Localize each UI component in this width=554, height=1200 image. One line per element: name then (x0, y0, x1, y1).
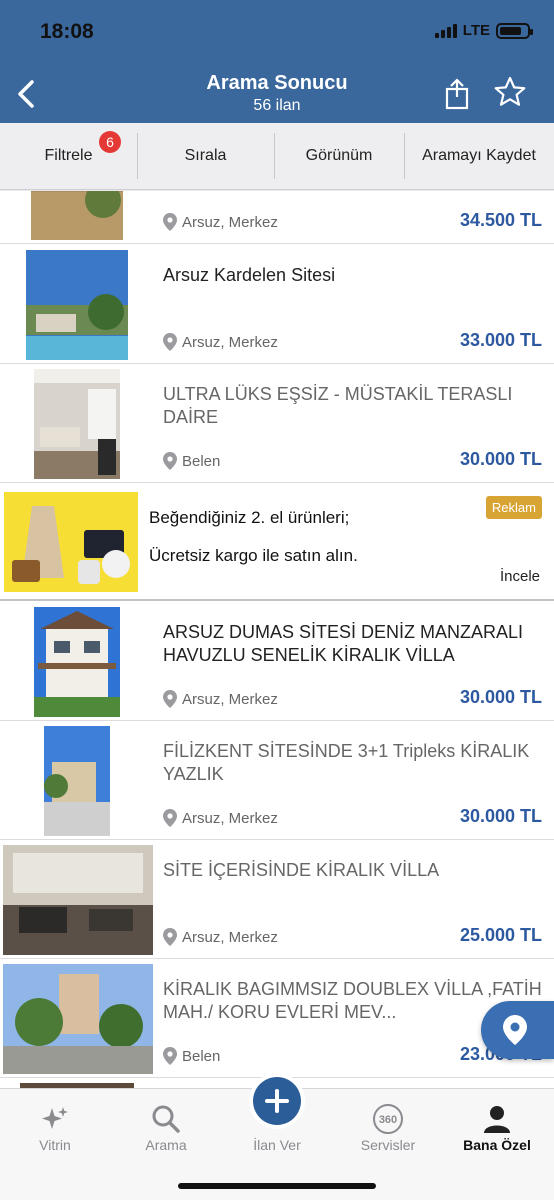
signal-icon (434, 23, 457, 38)
listing-list[interactable]: Arsuz, Merkez 34.500 TL Arsuz Kardelen S… (0, 191, 554, 1088)
ad-image (4, 492, 138, 592)
tab-label: İlan Ver (253, 1137, 301, 1153)
ad-banner[interactable]: Beğendiğiniz 2. el ürünleri; Ücretsiz ka… (0, 484, 554, 601)
listing-price: 30.000 TL (459, 687, 542, 707)
location-pin-icon (163, 1047, 177, 1065)
status-indicators: LTE (434, 22, 533, 39)
user-icon (484, 1106, 510, 1133)
share-button[interactable] (444, 78, 470, 110)
listing-title: ULTRA LÜKS EŞSİZ - MÜSTAKİL TERASLI DAİR… (163, 384, 513, 427)
listing-price: 30.000 TL (459, 806, 542, 826)
view-label: Görünüm (305, 147, 373, 164)
home-indicator (178, 1183, 376, 1189)
filter-label: Filtrele (44, 147, 93, 164)
listing-thumbnail (31, 191, 123, 240)
page-title: Arama Sonucu (206, 72, 348, 94)
listing-location: Arsuz, Merkez (163, 213, 278, 231)
star-icon (494, 76, 526, 106)
listing-row[interactable]: Arsuz Kardelen Sitesi Arsuz, Merkez 33.0… (0, 245, 554, 364)
listing-thumbnail (3, 964, 153, 1074)
listing-thumbnail (34, 607, 120, 717)
listing-location: Belen (163, 1047, 220, 1065)
location-pin-icon (163, 809, 177, 827)
listing-thumbnail (34, 369, 120, 479)
filter-toolbar: Filtrele Sırala Görünüm Aramayı Kaydet (0, 123, 554, 190)
tab-label: Bana Özel (463, 1137, 531, 1153)
listing-thumbnail (44, 726, 110, 836)
tab-bana-ozel[interactable]: Bana Özel (442, 1101, 552, 1153)
listing-row[interactable]: ULTRA LÜKS EŞSİZ - MÜSTAKİL TERASLI DAİR… (0, 364, 554, 483)
listing-price: 34.500 TL (459, 210, 542, 230)
result-count: 56 ilan (253, 97, 301, 114)
save-search-label: Aramayı Kaydet (422, 147, 536, 164)
plus-icon (265, 1089, 289, 1113)
listing-title: FİLİZKENT SİTESİNDE 3+1 Tripleks KİRALIK… (163, 741, 530, 784)
header-titles: Arama Sonucu 56 ilan (0, 72, 554, 115)
tab-servisler[interactable]: 360 Servisler (333, 1101, 443, 1153)
svg-text:360: 360 (379, 1114, 397, 1126)
listing-title: Arsuz Kardelen Sitesi (163, 265, 336, 285)
status-time: 18:08 (40, 20, 94, 43)
ad-subline: Ücretsiz kargo ile satın alın. (149, 546, 358, 565)
sort-button[interactable]: Sırala (137, 123, 274, 189)
tab-label: Arama (145, 1137, 187, 1153)
listing-location: Arsuz, Merkez (163, 928, 278, 946)
filter-count-badge: 6 (99, 131, 121, 153)
listing-row[interactable]: SİTE İÇERİSİNDE KİRALIK VİLLA Arsuz, Mer… (0, 840, 554, 959)
listing-row[interactable]: KİRALIK BAGIMMSIZ DOUBLEX VİLLA ,FATİH M… (0, 959, 554, 1078)
app-header: 18:08 LTE Arama Sonucu 56 ilan (0, 0, 554, 123)
360-icon: 360 (373, 1104, 403, 1134)
ad-badge: Reklam (485, 496, 542, 519)
tab-label: Servisler (360, 1137, 416, 1153)
listing-title: SİTE İÇERİSİNDE KİRALIK VİLLA (163, 860, 440, 880)
location-pin-icon (163, 690, 177, 708)
favorite-search-button[interactable] (494, 76, 526, 108)
listing-row[interactable]: FİLİZKENT SİTESİNDE 3+1 Tripleks KİRALIK… (0, 721, 554, 840)
tab-vitrin[interactable]: Vitrin (0, 1101, 110, 1153)
tab-label: Vitrin (39, 1137, 71, 1153)
listing-price: 30.000 TL (459, 449, 542, 469)
tab-arama[interactable]: Arama (111, 1101, 221, 1153)
listing-location: Arsuz, Merkez (163, 690, 278, 708)
listing-location: Belen (163, 452, 220, 470)
sparkle-icon (42, 1107, 68, 1129)
listing-price: 25.000 TL (459, 925, 542, 945)
listing-location: Arsuz, Merkez (163, 809, 278, 827)
location-pin-icon (163, 213, 177, 231)
sort-label: Sırala (184, 147, 227, 164)
listing-price: 33.000 TL (459, 330, 542, 350)
listing-thumbnail (26, 250, 128, 360)
location-pin-icon (163, 452, 177, 470)
listing-thumbnail (3, 845, 153, 955)
save-search-button[interactable]: Aramayı Kaydet (404, 123, 554, 189)
ad-headline: Beğendiğiniz 2. el ürünleri; (149, 508, 350, 527)
search-icon (152, 1105, 180, 1133)
map-pin-icon (502, 1015, 527, 1045)
ad-cta-link[interactable]: İncele (500, 568, 540, 585)
listing-title: ARSUZ DUMAS SİTESİ DENİZ MANZARALI HAVUZ… (163, 622, 524, 665)
map-view-button[interactable] (481, 1001, 554, 1059)
battery-icon (496, 22, 533, 39)
post-ad-button[interactable] (253, 1077, 301, 1125)
listing-location: Arsuz, Merkez (163, 333, 278, 351)
location-pin-icon (163, 928, 177, 946)
view-button[interactable]: Görünüm (274, 123, 404, 189)
location-pin-icon (163, 333, 177, 351)
listing-row[interactable]: Arsuz, Merkez 34.500 TL (0, 191, 554, 244)
network-label: LTE (462, 22, 490, 39)
share-icon (445, 78, 469, 110)
listing-row[interactable]: ARSUZ DUMAS SİTESİ DENİZ MANZARALI HAVUZ… (0, 602, 554, 721)
